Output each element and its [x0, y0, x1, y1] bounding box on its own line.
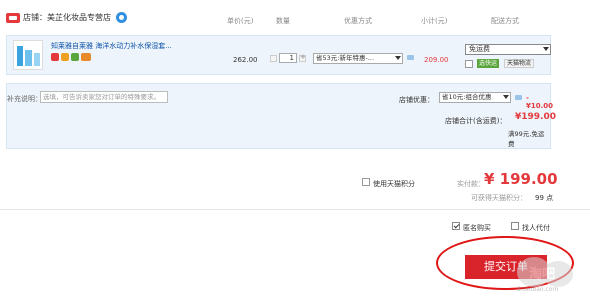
use-points-checkbox[interactable]: [362, 178, 370, 186]
thumb-bottle: [17, 46, 23, 66]
order-note-label: 补充说明：: [7, 95, 42, 103]
item-subtotal: 209.00: [424, 56, 449, 64]
quantity-stepper: 1: [270, 53, 306, 63]
proxy-pay-label[interactable]: 找人代付: [522, 223, 550, 233]
chevron-down-icon: [503, 95, 509, 99]
badge-icon: [51, 53, 59, 61]
payable-label: 实付款：: [457, 180, 485, 188]
col-unit-price: 单价(元): [227, 17, 254, 25]
unit-price: 262.00: [233, 56, 258, 64]
chevron-down-icon: [395, 56, 401, 60]
order-summary-box: 补充说明： 选填，可告诉卖家您对订单的特殊要求。 店铺优惠： 省10元:组合优惠…: [6, 83, 556, 149]
shop-promo-select[interactable]: 省10元:组合优惠: [439, 92, 511, 103]
earn-points-value: 99 点: [535, 194, 554, 202]
cart-item-row: 知莱雅自莱雅 海洋水动力补水保湿套... 262.00 1 省53元:新年特惠-…: [6, 35, 551, 75]
shop-total-label: 店铺合计(含运费)：: [445, 117, 507, 125]
badge-icon: [71, 53, 79, 61]
col-shipping: 配送方式: [491, 17, 519, 25]
increase-button[interactable]: [299, 53, 306, 62]
product-thumbnail[interactable]: [13, 40, 43, 70]
proxy-pay-checkbox[interactable]: [511, 222, 519, 230]
col-subtotal: 小计(元): [421, 17, 448, 25]
earn-points-label: 可获得天猫积分：: [471, 194, 527, 202]
thumb-bottle: [25, 50, 32, 66]
shipping-tag-tmall[interactable]: 天猫物流: [504, 59, 535, 68]
anonymous-checkbox[interactable]: [452, 222, 460, 230]
watermark-brand: 淘吧: [529, 267, 556, 282]
order-note-input[interactable]: 选填，可告诉卖家您对订单的特殊要求。: [40, 91, 168, 103]
shipping-value: 免运费: [469, 45, 490, 53]
message-icon[interactable]: [515, 95, 522, 100]
item-promotion-value: 省53元:新年特惠-...: [316, 54, 375, 62]
chat-icon[interactable]: [116, 12, 127, 23]
watermark-url: 8.taobao.com: [517, 286, 559, 293]
use-points-label[interactable]: 使用天猫积分: [373, 179, 415, 189]
col-promotion: 优惠方式: [344, 17, 372, 25]
payable-amount: ¥ 199.00: [484, 170, 558, 188]
message-icon[interactable]: [407, 55, 414, 60]
free-shipping-note: 满99元,免运费: [508, 130, 545, 148]
cart-header: 店铺：美芷化妆品专营店 单价(元) 数量 优惠方式 小计(元) 配送方式: [0, 8, 590, 30]
shop-total-amount: ¥199.00: [515, 112, 556, 122]
divider: [0, 209, 590, 210]
shipping-option-checkbox[interactable]: [465, 60, 473, 68]
anonymous-label[interactable]: 匿名购买: [463, 223, 491, 233]
shop-promo-label: 店铺优惠：: [399, 96, 434, 104]
shipping-select[interactable]: 免运费: [465, 44, 551, 55]
quantity-input[interactable]: 1: [279, 53, 297, 63]
shop-name[interactable]: 店铺：美芷化妆品专营店: [6, 12, 127, 23]
chevron-down-icon: [543, 47, 549, 51]
decrease-button[interactable]: [270, 54, 277, 62]
shop-name-text[interactable]: 店铺：美芷化妆品专营店: [23, 12, 111, 23]
product-badges: [51, 53, 91, 61]
shop-promo-value: 省10元:组合优惠: [442, 93, 492, 101]
shop-promo-amount: -¥10.00: [526, 94, 554, 110]
watermark-logo: 淘吧 8.taobao.com: [517, 255, 587, 297]
col-quantity: 数量: [276, 17, 290, 25]
badge-icon: [81, 53, 91, 61]
shop-icon: [6, 12, 20, 23]
product-title-link[interactable]: 知莱雅自莱雅 海洋水动力补水保湿套...: [51, 41, 172, 51]
shipping-tag-express[interactable]: 选快运: [477, 59, 500, 68]
item-promotion-select[interactable]: 省53元:新年特惠-...: [313, 53, 403, 64]
badge-icon: [61, 53, 69, 61]
thumb-bottle: [34, 53, 40, 66]
